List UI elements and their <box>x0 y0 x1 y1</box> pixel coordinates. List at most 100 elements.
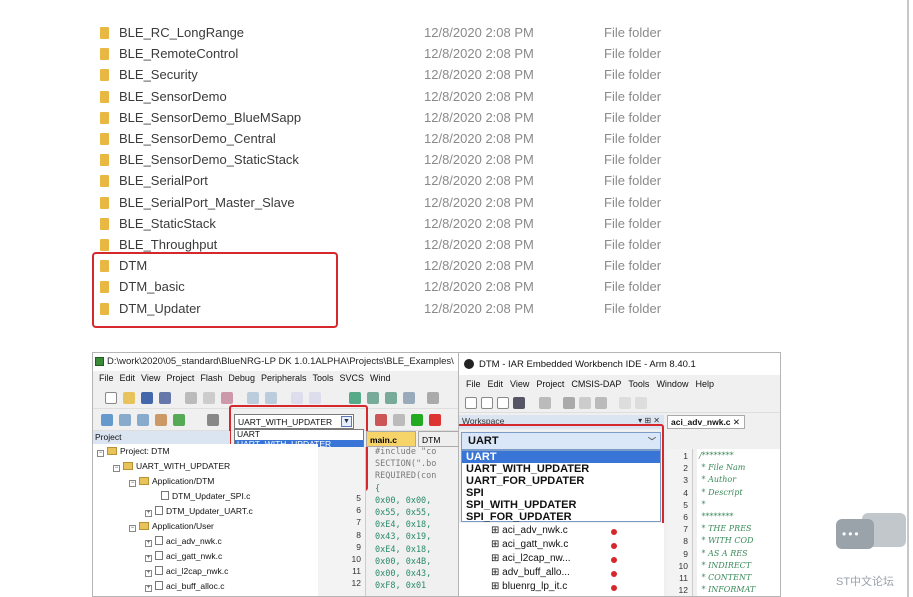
menu-item[interactable]: File <box>466 375 481 389</box>
menu-item[interactable]: SVCS <box>340 371 365 383</box>
tree-row-file[interactable]: + aci_adv_nwk.c <box>145 536 222 547</box>
paste-icon[interactable] <box>595 397 607 409</box>
file-row[interactable]: BLE_SensorDemo 12/8/2020 2:08 PM File fold… <box>0 87 913 108</box>
file-label: bluenrg_lp_it.c <box>502 581 568 592</box>
file-row[interactable]: BLE_SensorDemo_StaticStack 12/8/2020 2:08… <box>0 150 913 171</box>
bookmark-prev-icon[interactable] <box>385 392 397 404</box>
menu-item[interactable]: View <box>510 375 529 389</box>
stop-debug-icon[interactable] <box>429 414 441 426</box>
menu-item[interactable]: Help <box>695 375 714 389</box>
menu-item[interactable]: Tools <box>628 375 649 389</box>
line-number: 8 <box>683 536 688 547</box>
save-icon[interactable] <box>497 397 509 409</box>
toolbar <box>459 393 780 413</box>
cut-icon[interactable] <box>563 397 575 409</box>
tree-row-group[interactable]: − Application/User <box>129 521 214 532</box>
expand-icon[interactable]: + <box>145 585 152 592</box>
tree-row-file[interactable]: ⊞ bluenrg_lp_it.c <box>491 581 567 592</box>
debug-icon[interactable] <box>173 414 185 426</box>
download-and-debug-icon[interactable] <box>411 414 423 426</box>
menu-item[interactable]: Flash <box>200 371 222 383</box>
file-name: BLE_SerialPort <box>119 173 208 189</box>
open-folder-icon[interactable] <box>123 392 135 404</box>
open-icon[interactable] <box>481 397 493 409</box>
print-icon[interactable] <box>539 397 551 409</box>
menu-item[interactable]: Peripherals <box>261 371 307 383</box>
tree-row-config[interactable]: − UART_WITH_UPDATER <box>113 461 230 472</box>
cut-icon[interactable] <box>185 392 197 404</box>
menu-item[interactable]: Window <box>656 375 688 389</box>
paste-icon[interactable] <box>221 392 233 404</box>
bookmark-icon[interactable] <box>349 392 361 404</box>
tree-row-file[interactable]: + aci_gatt_nwk.c <box>145 551 222 562</box>
undo-icon[interactable] <box>619 397 631 409</box>
tree-row-group[interactable]: − Application/DTM <box>129 476 214 487</box>
make-icon[interactable] <box>119 414 131 426</box>
bookmark-next-icon[interactable] <box>367 392 379 404</box>
menu-item[interactable]: Debug <box>228 371 255 383</box>
tree-row-file[interactable]: ⊞ aci_gatt_nwk.c <box>491 539 568 550</box>
tree-row-file[interactable]: + DTM_Updater_UART.c <box>145 506 253 517</box>
tab-main-c[interactable]: main.c <box>366 431 416 447</box>
file-row[interactable]: BLE_SerialPort_Master_Slave 12/8/2020 2:0… <box>0 193 913 214</box>
menu-item[interactable]: Project <box>536 375 564 389</box>
toggle-breakpoint-icon[interactable] <box>375 414 387 426</box>
code-editor[interactable]: #include "co SECTION(".bo REQUIRED(con{0x0… <box>375 447 463 596</box>
save-icon[interactable] <box>141 392 153 404</box>
save-all-icon[interactable] <box>513 397 525 409</box>
find-icon[interactable] <box>427 392 439 404</box>
menu-item[interactable]: Edit <box>120 371 136 383</box>
menu-item[interactable]: Tools <box>312 371 333 383</box>
file-row[interactable]: BLE_RemoteControl 12/8/2020 2:08 PM File f… <box>0 44 913 65</box>
stop-build-icon[interactable] <box>155 414 167 426</box>
collapse-icon[interactable]: − <box>129 525 136 532</box>
new-file-icon[interactable] <box>465 397 477 409</box>
file-row[interactable]: BLE_RC_LongRange 12/8/2020 2:08 PM File fo… <box>0 23 913 44</box>
file-row[interactable]: BLE_SerialPort 12/8/2020 2:08 PM File fold… <box>0 171 913 192</box>
folder-icon <box>139 477 149 485</box>
copy-icon[interactable] <box>579 397 591 409</box>
redo-icon[interactable] <box>635 397 647 409</box>
screenshot-composite: BLE_RC_LongRange 12/8/2020 2:08 PM File fo… <box>0 0 913 597</box>
file-label: aci_gatt_nwk.c <box>502 539 569 550</box>
file-row[interactable]: BLE_StaticStack 12/8/2020 2:08 PM File fol… <box>0 214 913 235</box>
collapse-icon[interactable]: − <box>97 450 104 457</box>
file-row[interactable]: BLE_Security 12/8/2020 2:08 PM File folder <box>0 65 913 86</box>
compile-icon[interactable] <box>101 414 113 426</box>
menu-item[interactable]: Edit <box>488 375 504 389</box>
menu-item[interactable]: Wind <box>370 371 391 383</box>
tree-row-file[interactable]: + aci_l2cap_nwk.c <box>145 566 228 577</box>
forward-icon[interactable] <box>309 392 321 404</box>
collapse-icon[interactable]: − <box>113 465 120 472</box>
undo-icon[interactable] <box>247 392 259 404</box>
menu-item[interactable]: Project <box>166 371 194 383</box>
expand-icon[interactable]: + <box>145 555 152 562</box>
bookmark-clear-icon[interactable] <box>403 392 415 404</box>
new-file-icon[interactable] <box>105 392 117 404</box>
expand-icon[interactable]: + <box>145 570 152 577</box>
menu-item[interactable]: View <box>141 371 160 383</box>
tree-row-file[interactable]: + aci_buff_alloc.c <box>145 581 224 592</box>
tree-row-file[interactable]: ⊞ adv_buff_allo... <box>491 567 570 578</box>
save-all-icon[interactable] <box>159 392 171 404</box>
copy-icon[interactable] <box>203 392 215 404</box>
file-row[interactable]: BLE_SensorDemo_Central 12/8/2020 2:08 PM F… <box>0 129 913 150</box>
tree-row-project[interactable]: − Project: DTM <box>97 446 170 457</box>
tree-row-file[interactable]: ⊞ aci_adv_nwk.c <box>491 525 568 536</box>
close-icon[interactable]: ✕ <box>733 417 740 427</box>
code-editor[interactable]: /******** * File Nam * Author * Descript… <box>697 449 780 596</box>
options-icon[interactable] <box>207 414 219 426</box>
collapse-icon[interactable]: − <box>129 480 136 487</box>
menu-item[interactable]: File <box>99 371 114 383</box>
debug-without-download-icon[interactable] <box>393 414 405 426</box>
expand-icon[interactable]: + <box>145 540 152 547</box>
rebuild-icon[interactable] <box>137 414 149 426</box>
tree-row-file[interactable]: ⊞ aci_l2cap_nw... <box>491 553 571 564</box>
tree-row-file[interactable]: DTM_Updater_SPI.c <box>161 491 250 501</box>
menu-item[interactable]: CMSIS-DAP <box>571 375 621 389</box>
file-row[interactable]: BLE_SensorDemo_BlueMSapp 12/8/2020 2:08 P… <box>0 108 913 129</box>
expand-icon[interactable]: + <box>145 510 152 517</box>
back-icon[interactable] <box>291 392 303 404</box>
redo-icon[interactable] <box>265 392 277 404</box>
tab-aci-adv-nwk[interactable]: aci_adv_nwk.c ✕ <box>667 415 745 429</box>
